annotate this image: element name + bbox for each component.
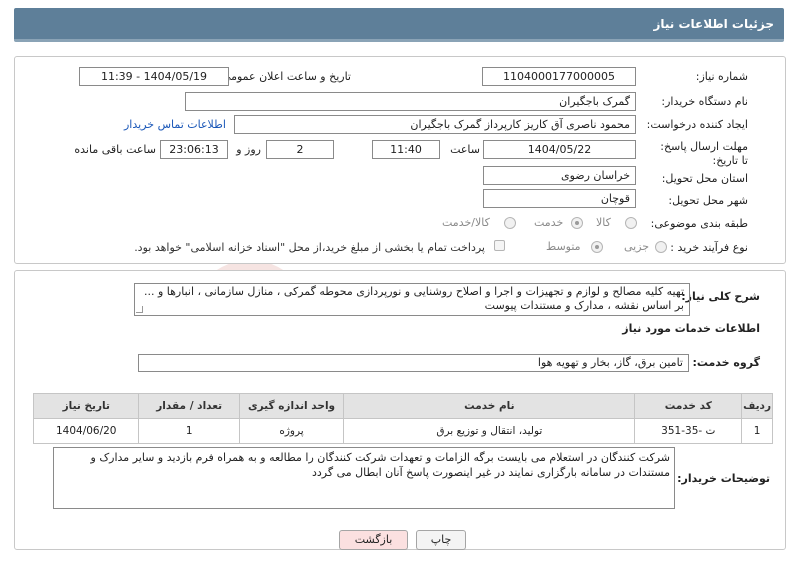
remaining-time-label: ساعت باقی مانده xyxy=(74,143,156,156)
buyer-org-label: نام دستگاه خریدار: xyxy=(661,95,748,108)
deadline-time-field[interactable]: 11:40 xyxy=(372,140,440,159)
process-option-medium: متوسط xyxy=(546,240,581,253)
page-title: جزئیات اطلاعات نیاز xyxy=(653,17,774,31)
category-label: طبقه بندی موضوعی: xyxy=(650,217,748,230)
deadline-date-field[interactable]: 1404/05/22 xyxy=(483,140,636,159)
buyer-contact-link[interactable]: اطلاعات تماس خریدار xyxy=(124,118,226,131)
page-header: جزئیات اطلاعات نیاز xyxy=(14,8,784,42)
cell-unit: پروژه xyxy=(238,418,345,444)
cell-service-code: ت -35-351 xyxy=(634,418,743,444)
category-option-goods-service: کالا/خدمت xyxy=(442,216,490,229)
buyer-org-field[interactable]: گمرک باجگیران xyxy=(185,92,636,111)
category-option-service: خدمت xyxy=(534,216,564,229)
table-header-row: ردیف کد خدمت نام خدمت واحد اندازه گیری ت… xyxy=(32,393,773,419)
process-radio-minor[interactable] xyxy=(655,241,667,253)
deadline-label: مهلت ارسال پاسخ: تا تاریخ: xyxy=(660,140,748,167)
column-header-row-number: ردیف xyxy=(741,393,773,419)
need-number-field[interactable]: 1104000177000005 xyxy=(482,67,636,86)
service-group-field[interactable]: تامین برق، گاز، بخار و تهویه هوا xyxy=(138,354,689,372)
column-header-service-name: نام خدمت xyxy=(343,393,636,419)
announce-date-label: تاریخ و ساعت اعلان عمومی: xyxy=(218,70,351,83)
service-group-label: گروه خدمت: xyxy=(692,356,760,369)
buyer-notes-label: توضیحات خریدار: xyxy=(677,472,770,485)
description-label: شرح کلی نیاز: xyxy=(681,290,760,303)
resize-handle-icon[interactable] xyxy=(136,306,143,313)
days-label: روز و xyxy=(236,143,261,156)
table-row[interactable]: 1 ت -35-351 تولید، انتقال و توزیع برق پر… xyxy=(32,418,773,444)
services-table: ردیف کد خدمت نام خدمت واحد اندازه گیری ت… xyxy=(32,393,773,444)
category-radio-goods[interactable] xyxy=(625,217,637,229)
city-label: شهر محل تحویل: xyxy=(668,194,748,207)
buyer-notes-textarea[interactable]: شرکت کنندگان در استعلام می بایست برگه ال… xyxy=(53,447,675,509)
category-option-goods: کالا xyxy=(596,216,611,229)
process-type-label: نوع فرآیند خرید : xyxy=(670,241,748,254)
requester-label: ایجاد کننده درخواست: xyxy=(646,118,748,131)
description-textarea[interactable]: تهیه کلیه مصالح و لوازم و تجهیزات و اجرا… xyxy=(134,283,690,316)
column-header-unit: واحد اندازه گیری xyxy=(238,393,345,419)
treasury-payment-note: پرداخت تمام یا بخشی از مبلغ خرید،از محل … xyxy=(134,241,485,254)
need-number-label: شماره نیاز: xyxy=(695,70,748,83)
requester-field[interactable]: محمود ناصری آق کاریز کارپرداز گمرک باجگی… xyxy=(234,115,636,134)
province-label: استان محل تحویل: xyxy=(661,172,748,185)
column-header-quantity: تعداد / مقدار xyxy=(138,393,240,419)
treasury-payment-checkbox[interactable] xyxy=(494,240,505,251)
cell-quantity: 1 xyxy=(138,418,240,444)
remaining-time-field[interactable]: 23:06:13 xyxy=(160,140,228,159)
column-header-service-code: کد خدمت xyxy=(634,393,743,419)
announce-date-field[interactable]: 1404/05/19 - 11:39 xyxy=(79,67,229,86)
category-radio-goods-service[interactable] xyxy=(504,217,516,229)
cell-row-number: 1 xyxy=(741,418,773,444)
days-field[interactable]: 2 xyxy=(266,140,334,159)
process-radio-medium[interactable] xyxy=(591,241,603,253)
city-field[interactable]: قوچان xyxy=(483,189,636,208)
deadline-time-label: ساعت xyxy=(450,143,480,156)
province-field[interactable]: خراسان رضوی xyxy=(483,166,636,185)
services-section-title: اطلاعات خدمات مورد نیاز xyxy=(622,322,760,335)
print-button[interactable]: چاپ xyxy=(416,530,466,550)
cell-need-date: 1404/06/20 xyxy=(32,418,140,444)
category-radio-service[interactable] xyxy=(571,217,583,229)
process-option-minor: جزیی xyxy=(624,240,650,253)
back-button[interactable]: بازگشت xyxy=(339,530,408,550)
cell-service-name: تولید، انتقال و توزیع برق xyxy=(343,418,636,444)
column-header-need-date: تاریخ نیاز xyxy=(32,393,140,419)
